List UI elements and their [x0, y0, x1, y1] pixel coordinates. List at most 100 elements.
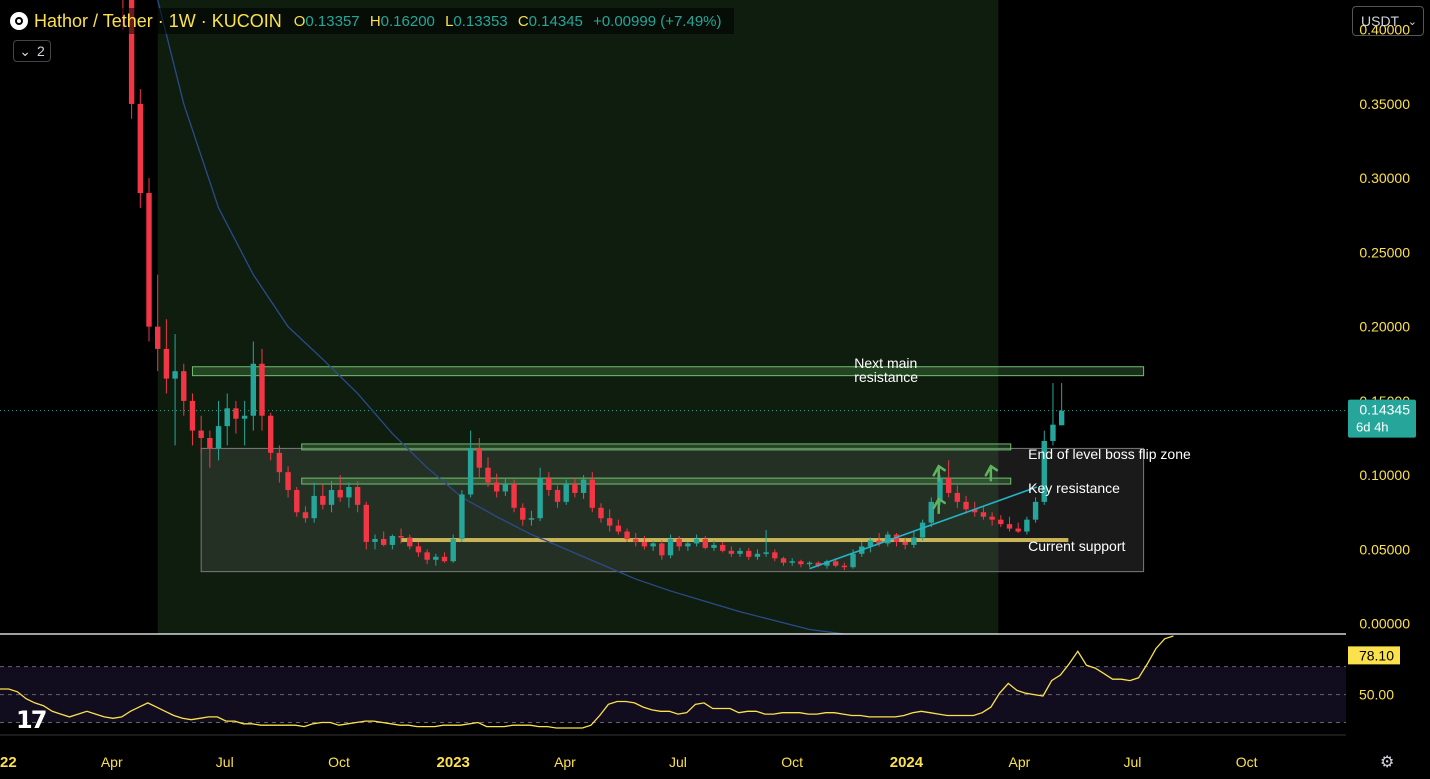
candle-body [372, 538, 378, 542]
candle-body [224, 408, 230, 427]
price-axis-label: 0.05000 [1359, 541, 1410, 557]
candle-body [945, 478, 952, 493]
time-axis-label: 2022 [0, 754, 17, 771]
currency-select[interactable]: USDT ⌄ [1352, 6, 1424, 36]
candle-body [789, 561, 795, 563]
price-axis-label: 0.20000 [1359, 319, 1410, 335]
candle-body [389, 536, 396, 545]
candle-body [841, 565, 848, 568]
candle-body [163, 348, 170, 379]
candle-body [328, 489, 335, 505]
chevron-down-icon: ⌄ [19, 42, 31, 59]
candle-body [606, 518, 613, 526]
candle-body [493, 482, 500, 492]
candle-body [285, 472, 291, 490]
candle-body [624, 531, 630, 539]
candle-body [528, 518, 535, 520]
chart-canvas[interactable]: Next mainresistanceEnd of level boss fli… [0, 0, 1430, 779]
candle-body [963, 501, 969, 510]
candle-body [546, 478, 552, 490]
candle-body [476, 448, 482, 468]
candle-body [398, 536, 404, 538]
annotation-label: Key resistance [1028, 480, 1120, 496]
price-axis-label: 0.25000 [1359, 244, 1410, 260]
candle-body [267, 415, 274, 453]
candle-body [259, 363, 265, 416]
hathor-coin-icon [10, 12, 28, 30]
candle-body [433, 556, 439, 560]
candle-body [1032, 501, 1039, 520]
candle-body [554, 489, 561, 502]
candle-body [511, 484, 517, 508]
indicator-collapse-button[interactable]: ⌄ 2 [13, 40, 51, 62]
time-axis-label: 2024 [890, 754, 924, 771]
candle-body [667, 538, 674, 556]
candle-body [207, 438, 213, 449]
chevron-down-icon: ⌄ [1407, 15, 1417, 28]
candle-body [780, 558, 787, 563]
candle-body [641, 541, 648, 547]
annotation-label: resistance [854, 369, 918, 385]
candle-body [998, 519, 1004, 525]
open-label: O [293, 12, 306, 30]
time-axis-label: Jul [216, 754, 234, 770]
candle-body [798, 561, 804, 565]
tradingview-logo-icon[interactable]: 17 [16, 706, 47, 734]
key-resistance-zone [301, 477, 1012, 485]
change-value: +0.00999 (+7.49%) [593, 12, 722, 30]
low-value: 0.13353 [453, 12, 508, 30]
candle-body [485, 467, 491, 483]
candle-body [589, 479, 595, 508]
candle-body [198, 430, 204, 439]
currency-label: USDT [1361, 13, 1400, 29]
candle-body [415, 546, 422, 553]
candle-body [276, 452, 283, 473]
candle-body [502, 484, 509, 492]
bar-countdown: 6d 4h [1356, 420, 1389, 435]
last-price-value: 0.14345 [1359, 402, 1410, 418]
time-axis-label: Jul [1123, 754, 1141, 770]
candle-body [1006, 524, 1013, 529]
candle-body [885, 534, 891, 544]
annotation-label: End of level boss flip zone [1028, 446, 1191, 462]
candle-body [380, 538, 387, 545]
candle [511, 479, 517, 513]
candle-body [902, 541, 908, 545]
candle [1050, 383, 1056, 446]
symbol-title[interactable]: Hathor / Tether · 1W · KUCOIN [34, 11, 282, 32]
candle-body [702, 538, 708, 548]
price-axis-label: 0.30000 [1359, 170, 1410, 186]
candle-body [294, 489, 300, 513]
candle [137, 89, 144, 208]
candle-body [215, 426, 222, 449]
time-axis-label: Apr [554, 754, 576, 770]
settings-gear-icon[interactable]: ⚙ [1380, 752, 1394, 772]
time-axis-label: Apr [101, 754, 123, 770]
candle-body [676, 538, 682, 547]
candle-body [302, 512, 309, 519]
time-axis-label: 2023 [437, 754, 470, 771]
candle-body [450, 538, 456, 562]
candle-body [189, 400, 196, 431]
candle-body [719, 544, 726, 551]
candle-body [685, 543, 691, 547]
price-axis-label: 0.35000 [1359, 96, 1410, 112]
candle-body [850, 553, 856, 568]
candle-body [728, 550, 735, 554]
candle-body [1024, 519, 1030, 532]
rsi-last-value: 78.10 [1359, 647, 1394, 663]
symbol-legend: Hathor / Tether · 1W · KUCOIN O0.13357 H… [10, 8, 734, 34]
candle-body [806, 562, 813, 565]
candle-body [615, 525, 622, 532]
candle-body [650, 543, 656, 547]
current-support-zone [400, 538, 1069, 543]
candle-body [250, 363, 257, 416]
candle-body [572, 484, 578, 493]
candle-body [233, 408, 239, 419]
candle-body [563, 484, 569, 502]
candle-body [1015, 528, 1021, 532]
candle-body [580, 479, 587, 493]
candle-body [1058, 410, 1065, 426]
high-value: 0.16200 [380, 12, 435, 30]
candle-body [520, 507, 526, 520]
